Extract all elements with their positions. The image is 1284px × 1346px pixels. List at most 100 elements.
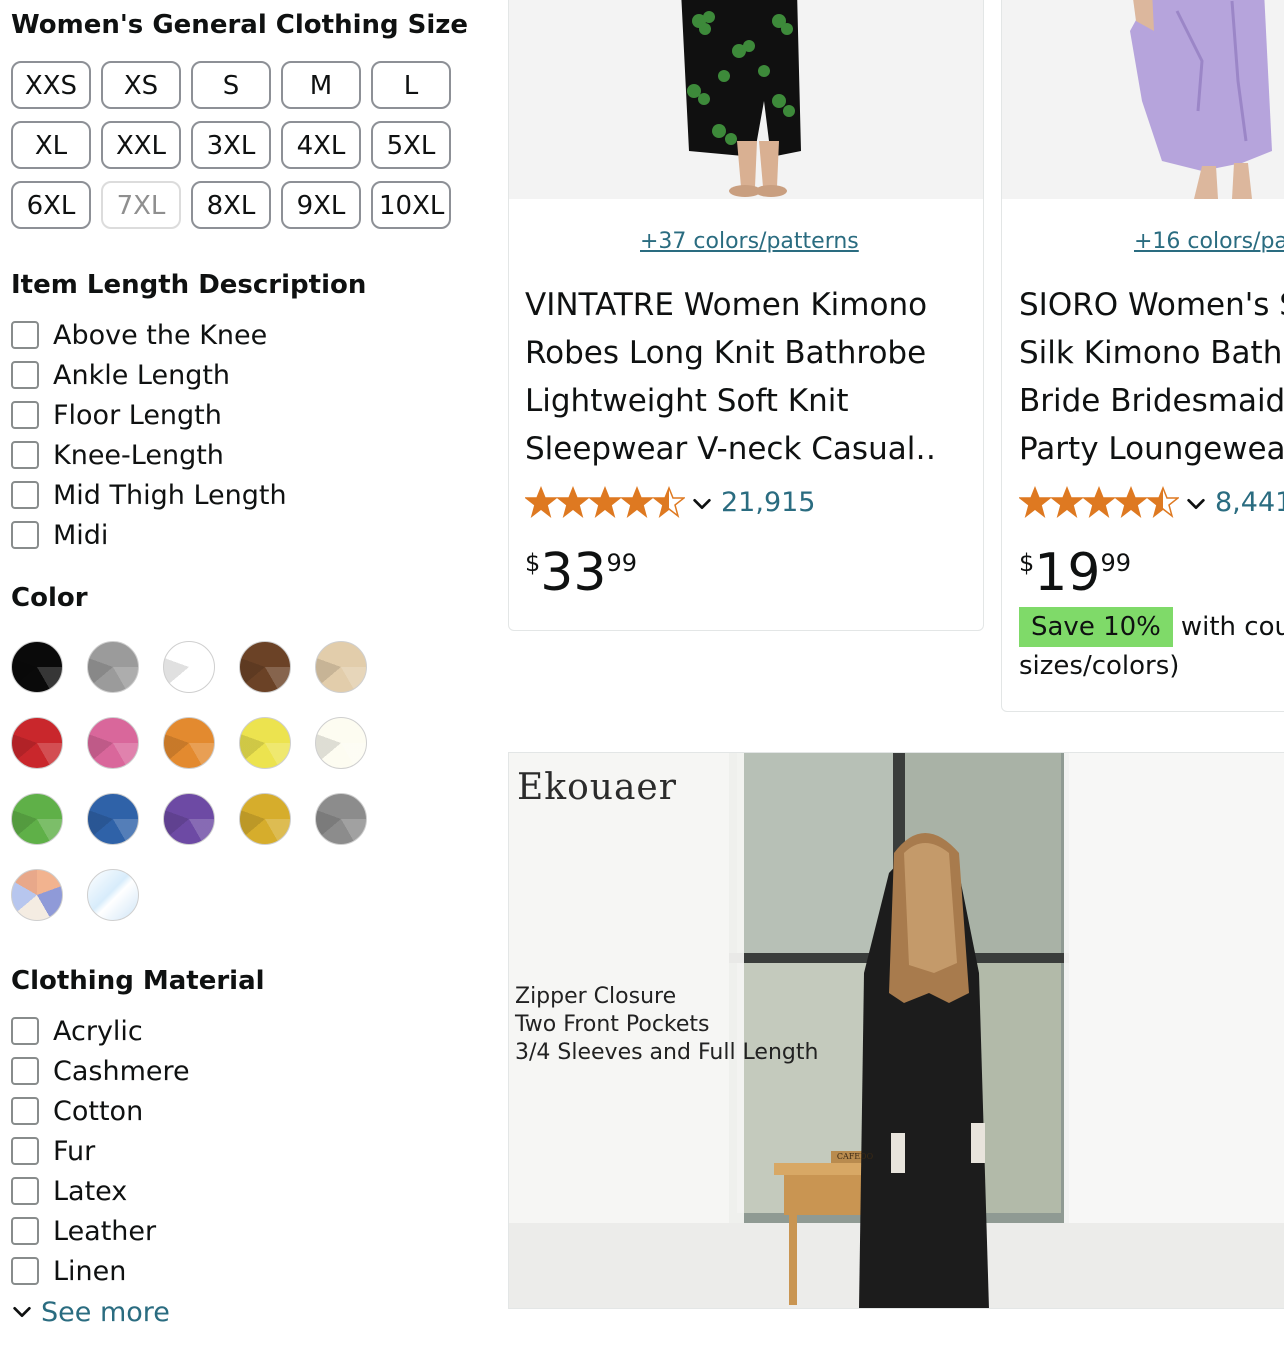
title-line: VINTATRE Women Kimono [525, 287, 928, 323]
checkbox[interactable] [11, 1177, 39, 1205]
length-option-mid-thigh[interactable]: Mid Thigh Length [11, 475, 287, 515]
color-swatch-multi[interactable] [11, 869, 63, 921]
checkbox[interactable] [11, 1057, 39, 1085]
rating-row[interactable]: 21,915 [525, 484, 815, 520]
length-filter-title: Item Length Description [11, 270, 367, 300]
title-line: Robes Long Knit Bathrobe [525, 335, 927, 371]
star-rating[interactable] [525, 486, 685, 518]
size-option-s[interactable]: S [191, 61, 271, 109]
color-swatch-grey[interactable] [87, 641, 139, 693]
material-option-linen[interactable]: Linen [11, 1251, 126, 1291]
size-option-xxs[interactable]: XXS [11, 61, 91, 109]
size-option-4xl[interactable]: 4XL [281, 121, 361, 169]
size-option-xs[interactable]: XS [101, 61, 181, 109]
product-image[interactable] [509, 0, 983, 199]
rating-count-link[interactable]: 8,441 [1215, 487, 1284, 518]
coupon-text: with cou [1180, 612, 1284, 642]
option-label: Mid Thigh Length [53, 479, 287, 511]
checkbox[interactable] [11, 1097, 39, 1125]
price-symbol: $ [1019, 549, 1035, 577]
star-rating[interactable] [1019, 486, 1179, 518]
material-option-cashmere[interactable]: Cashmere [11, 1051, 190, 1091]
size-option-xl[interactable]: XL [11, 121, 91, 169]
checkbox[interactable] [11, 481, 39, 509]
length-option-above-knee[interactable]: Above the Knee [11, 315, 267, 355]
color-swatch-beige[interactable] [315, 641, 367, 693]
color-swatch-gold[interactable] [239, 793, 291, 845]
size-option-10xl[interactable]: 10XL [371, 181, 451, 229]
material-option-acrylic[interactable]: Acrylic [11, 1011, 143, 1051]
colors-patterns-link[interactable]: +16 colors/pa [1134, 229, 1284, 254]
material-option-leather[interactable]: Leather [11, 1211, 156, 1251]
option-label: Floor Length [53, 399, 222, 431]
size-option-xxl[interactable]: XXL [101, 121, 181, 169]
color-swatch-brown[interactable] [239, 641, 291, 693]
material-option-cotton[interactable]: Cotton [11, 1091, 143, 1131]
title-line: Lightweight Soft Knit [525, 383, 849, 419]
price[interactable]: $1999 [1019, 541, 1131, 605]
checkbox[interactable] [11, 361, 39, 389]
product-title-link[interactable]: VINTATRE Women Kimono Robes Long Knit Ba… [525, 281, 935, 473]
color-swatch-red[interactable] [11, 717, 63, 769]
option-label: Leather [53, 1215, 157, 1247]
title-line: SIORO Women's Sa [1019, 287, 1284, 323]
option-label: Cotton [53, 1095, 144, 1127]
size-option-5xl[interactable]: 5XL [371, 121, 451, 169]
checkbox[interactable] [11, 1217, 39, 1245]
material-option-latex[interactable]: Latex [11, 1171, 127, 1211]
color-swatch-green[interactable] [11, 793, 63, 845]
see-more-link[interactable]: See more [11, 1292, 170, 1332]
checkbox[interactable] [11, 1257, 39, 1285]
rating-row[interactable]: 8,441 [1019, 484, 1284, 520]
chevron-down-icon [13, 1306, 31, 1318]
checkbox[interactable] [11, 1137, 39, 1165]
chevron-down-icon[interactable] [691, 493, 713, 515]
title-line: Silk Kimono Bathro [1019, 335, 1284, 371]
sponsored-brand-ad[interactable]: Ekouaer Zipper Closure Two Front Pockets… [508, 752, 1284, 1309]
ad-feature-line: Zipper Closure [515, 984, 677, 1009]
table-book-label: CAFEDO [836, 1152, 874, 1161]
star-full-icon [621, 486, 653, 518]
star-full-icon [1083, 486, 1115, 518]
size-option-6xl[interactable]: 6XL [11, 181, 91, 229]
checkbox[interactable] [11, 521, 39, 549]
checkbox[interactable] [11, 321, 39, 349]
product-title-link[interactable]: SIORO Women's Sa Silk Kimono Bathro Brid… [1019, 281, 1284, 473]
length-option-knee[interactable]: Knee-Length [11, 435, 224, 475]
save-badge: Save 10% [1019, 607, 1173, 647]
chevron-down-icon[interactable] [1185, 493, 1207, 515]
color-swatch-yellow[interactable] [239, 717, 291, 769]
price-symbol: $ [525, 549, 541, 577]
rating-count-link[interactable]: 21,915 [721, 487, 815, 518]
price-fraction: 99 [1100, 549, 1131, 577]
length-option-ankle[interactable]: Ankle Length [11, 355, 230, 395]
price[interactable]: $3399 [525, 541, 637, 605]
material-option-fur[interactable]: Fur [11, 1131, 95, 1171]
color-swatch-silver[interactable] [315, 793, 367, 845]
length-option-midi[interactable]: Midi [11, 515, 108, 555]
star-full-icon [525, 486, 557, 518]
checkbox[interactable] [11, 441, 39, 469]
title-line: Bride Bridesmaids [1019, 383, 1284, 419]
size-option-m[interactable]: M [281, 61, 361, 109]
color-swatch-clear[interactable] [87, 869, 139, 921]
color-swatch-pink[interactable] [87, 717, 139, 769]
checkbox[interactable] [11, 401, 39, 429]
color-swatch-purple[interactable] [163, 793, 215, 845]
size-option-l[interactable]: L [371, 61, 451, 109]
product-image[interactable] [1002, 0, 1284, 199]
color-swatch-black[interactable] [11, 641, 63, 693]
checkbox[interactable] [11, 1017, 39, 1045]
size-option-8xl[interactable]: 8XL [191, 181, 271, 229]
color-swatch-blue[interactable] [87, 793, 139, 845]
ad-feature-line: 3/4 Sleeves and Full Length [515, 1040, 819, 1065]
size-option-9xl[interactable]: 9XL [281, 181, 361, 229]
color-swatch-orange[interactable] [163, 717, 215, 769]
colors-patterns-link[interactable]: +37 colors/patterns [640, 229, 859, 254]
color-swatch-off-white[interactable] [315, 717, 367, 769]
length-option-floor[interactable]: Floor Length [11, 395, 222, 435]
color-swatch-white[interactable] [163, 641, 215, 693]
size-option-3xl[interactable]: 3XL [191, 121, 271, 169]
star-full-icon [1051, 486, 1083, 518]
size-option-7xl[interactable]: 7XL [101, 181, 181, 229]
